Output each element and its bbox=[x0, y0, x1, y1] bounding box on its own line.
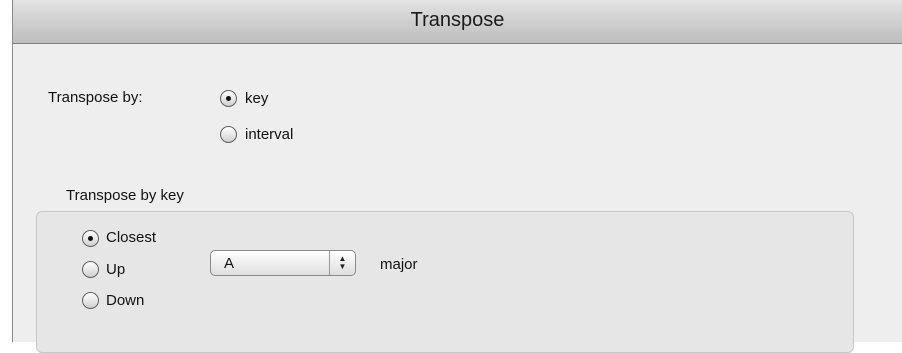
up-down-arrows-icon: ▲ ▼ bbox=[329, 251, 355, 275]
radio-button-closest[interactable] bbox=[82, 230, 99, 247]
radio-button-interval[interactable] bbox=[220, 126, 237, 143]
key-select-popup[interactable]: A ▲ ▼ bbox=[210, 250, 356, 276]
transpose-by-key-group-title: Transpose by key bbox=[66, 187, 184, 204]
key-select-value: A bbox=[224, 255, 235, 272]
radio-label-up[interactable]: Up bbox=[106, 261, 125, 278]
window-title: Transpose bbox=[410, 9, 505, 31]
radio-label-interval[interactable]: interval bbox=[245, 126, 293, 143]
transpose-by-key-groupbox bbox=[36, 211, 854, 353]
transpose-by-label: Transpose by: bbox=[48, 89, 143, 106]
radio-label-key[interactable]: key bbox=[245, 90, 268, 107]
radio-button-key[interactable] bbox=[220, 90, 237, 107]
mode-label: major bbox=[380, 256, 418, 273]
radio-label-down[interactable]: Down bbox=[106, 292, 144, 309]
title-bar[interactable]: Transpose bbox=[13, 0, 902, 44]
radio-button-up[interactable] bbox=[82, 261, 99, 278]
radio-button-down[interactable] bbox=[82, 292, 99, 309]
radio-label-closest[interactable]: Closest bbox=[106, 229, 156, 246]
